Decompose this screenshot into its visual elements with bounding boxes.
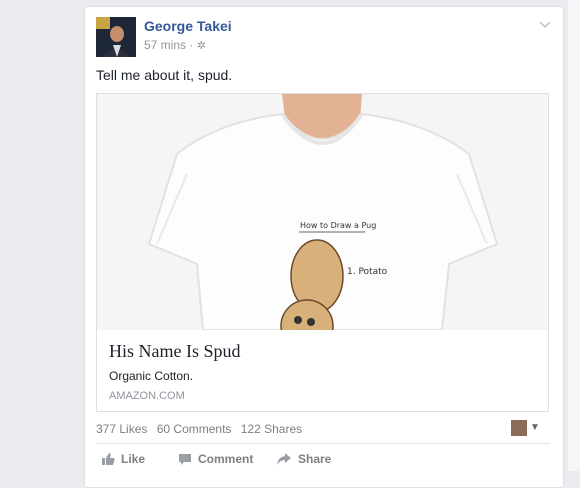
comment-label: Comment: [198, 452, 254, 466]
right-column-edge: [568, 0, 580, 471]
privacy-icon[interactable]: ✲: [197, 40, 206, 52]
actions-divider: [96, 443, 550, 444]
link-image[interactable]: How to Draw a Pug 1. Potato: [97, 94, 548, 330]
like-button[interactable]: Like: [101, 452, 145, 466]
share-button[interactable]: Share: [276, 452, 331, 466]
post-card: George Takei 57 mins · ✲ Tell me about i…: [84, 6, 564, 488]
profile-thumbnail-icon: [511, 419, 527, 436]
reaction-selector[interactable]: ▼: [511, 419, 540, 437]
post-meta: 57 mins · ✲: [144, 38, 206, 52]
link-domain: AMAZON.COM: [109, 390, 185, 402]
author-name[interactable]: George Takei: [144, 18, 232, 34]
comment-button[interactable]: Comment: [178, 452, 253, 466]
post-text: Tell me about it, spud.: [96, 67, 233, 83]
like-label: Like: [121, 452, 146, 466]
link-description: Organic Cotton.: [109, 369, 194, 383]
share-arrow-icon: [277, 453, 291, 465]
left-gutter: [0, 0, 84, 471]
comments-count[interactable]: 60 Comments: [157, 422, 232, 436]
engagement-counts: 377 Likes 60 Comments 122 Shares: [96, 422, 308, 436]
meta-separator: ·: [189, 38, 194, 52]
comment-icon: [179, 454, 191, 465]
caret-down-icon: ▼: [530, 422, 540, 434]
image-heading-text: How to Draw a Pug: [300, 221, 376, 230]
chevron-down-icon[interactable]: [539, 16, 551, 34]
image-step-text: 1. Potato: [347, 267, 388, 277]
link-title[interactable]: His Name Is Spud: [109, 341, 241, 362]
likes-count[interactable]: 377 Likes: [96, 422, 147, 436]
link-preview[interactable]: How to Draw a Pug 1. Potato His Name Is …: [96, 93, 549, 412]
shares-count[interactable]: 122 Shares: [241, 422, 302, 436]
author-avatar[interactable]: [96, 17, 136, 57]
share-label: Share: [298, 452, 332, 466]
thumbs-up-icon: [102, 453, 115, 465]
post-timestamp[interactable]: 57 mins: [144, 38, 186, 52]
